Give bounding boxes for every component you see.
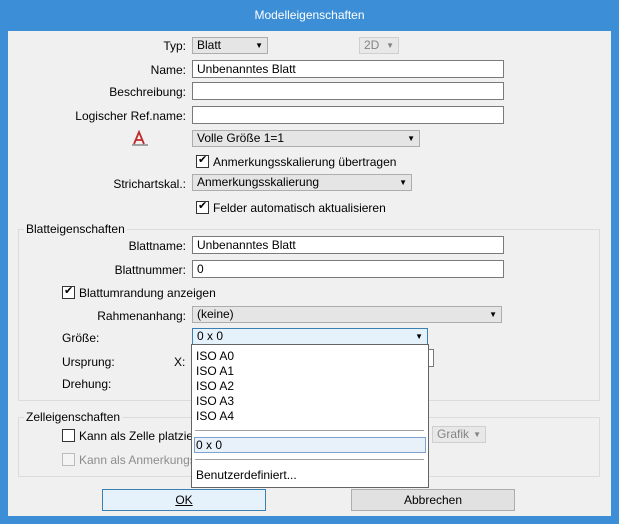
typ-value: Blatt: [197, 38, 222, 52]
checkmark-icon: ✔: [198, 154, 208, 166]
checkmark-icon: ✔: [198, 200, 208, 212]
title-bar[interactable]: Modelleigenschaften: [1, 1, 618, 31]
blattnummer-label: Blattnummer:: [114, 263, 186, 277]
chevron-down-icon: ▼: [255, 41, 263, 50]
annotation-scale-dropdown[interactable]: Volle Größe 1=1 ▼: [192, 130, 420, 147]
rahmenanhang-label: Rahmenanhang:: [97, 309, 186, 323]
chevron-down-icon: ▼: [386, 41, 394, 50]
annotation-scale-value: Volle Größe 1=1: [197, 131, 285, 145]
window-frame-left: [1, 31, 8, 516]
dimension-dropdown: 2D ▼: [359, 37, 399, 54]
blattumrandung-label: Blattumrandung anzeigen: [79, 286, 216, 300]
groesse-label: Größe:: [62, 331, 100, 345]
rahmenanhang-value: (keine): [197, 307, 234, 321]
logischer-refname-label: Logischer Ref.name:: [75, 109, 186, 123]
blatteigenschaften-title: Blatteigenschaften: [24, 222, 127, 236]
annotation-scale-icon: [131, 129, 149, 146]
ursprung-x-label: X:: [174, 355, 186, 369]
dimension-value: 2D: [364, 38, 380, 52]
typ-dropdown[interactable]: Blatt ▼: [192, 37, 268, 54]
window-frame-bottom: [1, 516, 618, 523]
felder-aktualisieren-checkbox[interactable]: ✔: [196, 200, 209, 214]
als-zelle-platziert-checkbox[interactable]: [62, 429, 75, 442]
size-option-benutzerdefiniert[interactable]: Benutzerdefiniert...: [196, 468, 297, 483]
abbrechen-button-label: Abbrechen: [403, 493, 463, 507]
groesse-dropdown-list: ISO A0 ISO A1 ISO A2 ISO A3 ISO A4 0 x 0…: [191, 344, 429, 488]
strichartskal-value: Anmerkungsskalierung: [197, 175, 320, 189]
groesse-value: 0 x 0: [197, 329, 224, 343]
list-separator: [195, 459, 424, 460]
size-option-iso-a3[interactable]: ISO A3: [196, 394, 234, 409]
blattname-label: Blattname:: [128, 239, 186, 253]
groesse-dropdown[interactable]: 0 x 0 ▼: [192, 328, 428, 345]
size-option-iso-a2[interactable]: ISO A2: [196, 379, 234, 394]
selected-highlight: [194, 437, 426, 453]
ok-button-label: OK: [175, 493, 193, 507]
list-separator: [195, 430, 424, 431]
blattname-input[interactable]: Unbenanntes Blatt: [192, 236, 504, 254]
felder-aktualisieren-label: Felder automatisch aktualisieren: [213, 201, 386, 215]
size-option-iso-a1[interactable]: ISO A1: [196, 364, 234, 379]
anmerkungsskalierung-checkbox[interactable]: ✔: [196, 154, 209, 168]
anmerkungsskalierung-label: Anmerkungsskalierung übertragen: [213, 155, 397, 169]
als-zelle-platziert-label: Kann als Zelle platziert w: [79, 429, 191, 443]
strichartskal-dropdown[interactable]: Anmerkungsskalierung ▼: [192, 174, 412, 191]
grafik-dropdown: Grafik ▼: [432, 426, 486, 443]
chevron-down-icon: ▼: [399, 178, 407, 187]
blattnummer-input[interactable]: 0: [192, 260, 504, 278]
chevron-down-icon: ▼: [407, 134, 415, 143]
ok-button[interactable]: OK: [102, 489, 266, 511]
checkmark-icon: ✔: [64, 285, 74, 297]
blattumrandung-checkbox[interactable]: ✔: [62, 285, 75, 299]
window-frame-right: [611, 31, 618, 516]
beschreibung-input[interactable]: [192, 82, 504, 100]
typ-label: Typ:: [163, 39, 186, 53]
drehung-label: Drehung:: [62, 377, 112, 391]
size-option-current[interactable]: 0 x 0: [196, 438, 222, 453]
chevron-down-icon: ▼: [415, 332, 423, 341]
beschreibung-label: Beschreibung:: [109, 85, 186, 99]
logischer-refname-input[interactable]: [192, 106, 504, 124]
abbrechen-button[interactable]: Abbrechen: [351, 489, 515, 511]
ursprung-label: Ursprung:: [62, 355, 115, 369]
name-label: Name:: [150, 63, 186, 77]
chevron-down-icon: ▼: [489, 310, 497, 319]
strichartskal-label: Strichartskal.:: [113, 177, 186, 191]
size-option-iso-a4[interactable]: ISO A4: [196, 409, 234, 424]
chevron-down-icon: ▼: [473, 430, 481, 439]
window-title: Modelleigenschaften: [254, 8, 365, 22]
als-anmerkungszelle-checkbox: [62, 453, 75, 466]
grafik-value: Grafik: [437, 427, 470, 441]
als-anmerkungszelle-label: Kann als Anmerkungsze: [79, 453, 191, 467]
name-input[interactable]: Unbenanntes Blatt: [192, 60, 504, 78]
zelleigenschaften-title: Zelleigenschaften: [24, 410, 123, 424]
size-option-iso-a0[interactable]: ISO A0: [196, 349, 234, 364]
rahmenanhang-dropdown[interactable]: (keine) ▼: [192, 306, 502, 323]
